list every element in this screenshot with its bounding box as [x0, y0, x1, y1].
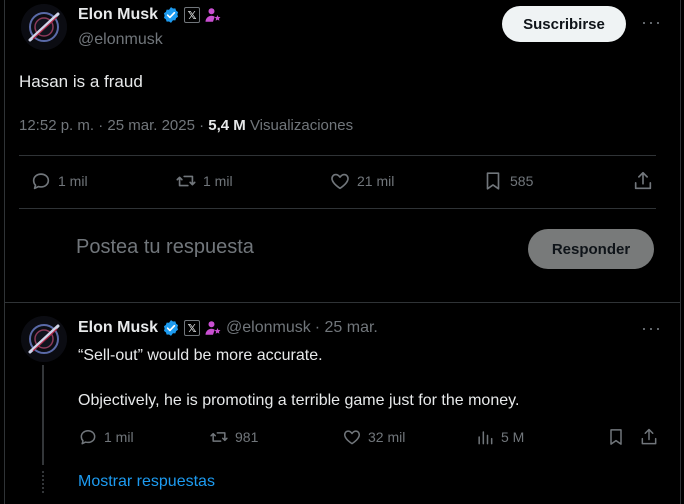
reply-icon [78, 427, 98, 447]
analytics-icon [475, 427, 495, 447]
tweet-meta: 12:52 p. m. · 25 mar. 2025 · 5,4 M Visua… [19, 117, 353, 134]
more-options-icon[interactable]: ··· [641, 12, 662, 33]
reply-views-count: 5 M [501, 429, 525, 445]
thread-dots [42, 471, 44, 493]
repost-icon [209, 427, 229, 447]
reply-input[interactable]: Postea tu respuesta [76, 236, 254, 259]
reply-like-count: 32 mil [368, 429, 406, 445]
divider [19, 155, 656, 156]
reply-more-options-icon[interactable]: ··· [641, 318, 662, 339]
reply-repost-action[interactable]: 981 [209, 427, 258, 447]
reply-like-action[interactable]: 32 mil [342, 427, 405, 447]
views-count: 5,4 M [208, 117, 246, 134]
thread-line [42, 365, 44, 465]
reply-views-action[interactable]: 5 M [475, 427, 524, 447]
share-action[interactable] [632, 170, 654, 192]
x-org-badge-icon[interactable]: 𝕏 [184, 7, 201, 23]
repost-count: 1 mil [203, 173, 233, 189]
reply-author-name[interactable]: Elon Musk [78, 319, 158, 337]
reply-reply-count: 1 mil [104, 429, 134, 445]
repost-icon [175, 170, 197, 192]
reply-date[interactable]: · 25 mar. [315, 319, 378, 337]
show-replies-link[interactable]: Mostrar respuestas [78, 473, 215, 491]
bookmark-icon [606, 427, 626, 447]
like-count: 21 mil [357, 173, 395, 189]
frame-border-right [680, 0, 681, 504]
tweet-text: Hasan is a fraud [19, 72, 143, 91]
share-icon [632, 170, 654, 192]
author-name-row: Elon Musk 𝕏 [78, 6, 222, 24]
reply-text-line-2: Objectively, he is promoting a terrible … [78, 392, 520, 409]
tweet-timestamp[interactable]: 12:52 p. m. · 25 mar. 2025 · [19, 117, 208, 134]
author-handle[interactable]: @elonmusk [78, 31, 163, 49]
heart-icon [342, 427, 362, 447]
reply-avatar[interactable] [21, 316, 67, 362]
reply-action[interactable]: 1 mil [30, 170, 88, 192]
x-org-badge-icon[interactable]: 𝕏 [184, 320, 201, 336]
divider [19, 208, 656, 209]
reply-count: 1 mil [58, 173, 88, 189]
reply-icon [30, 170, 52, 192]
subscribe-button[interactable]: Suscribirse [502, 6, 626, 42]
verified-badge-icon[interactable] [162, 319, 180, 337]
reply-author-row: Elon Musk 𝕏 @elonmusk · 25 mar. [78, 319, 378, 337]
bookmark-count: 585 [510, 173, 534, 189]
verified-badge-icon[interactable] [162, 6, 180, 24]
heart-icon [329, 170, 351, 192]
bookmark-action[interactable]: 585 [482, 170, 533, 192]
reply-author-handle[interactable]: @elonmusk [226, 319, 311, 337]
share-icon [639, 427, 659, 447]
reply-share-action[interactable] [639, 427, 659, 447]
affiliate-badge-icon[interactable] [204, 6, 222, 24]
respond-button[interactable]: Responder [528, 229, 654, 269]
avatar[interactable] [21, 4, 67, 50]
author-name[interactable]: Elon Musk [78, 6, 158, 24]
bookmark-icon [482, 170, 504, 192]
affiliate-badge-icon[interactable] [204, 319, 222, 337]
reply-repost-count: 981 [235, 429, 259, 445]
repost-action[interactable]: 1 mil [175, 170, 233, 192]
like-action[interactable]: 21 mil [329, 170, 394, 192]
reply-text-line-1: “Sell-out” would be more accurate. [78, 347, 323, 364]
reply-reply-action[interactable]: 1 mil [78, 427, 134, 447]
views-label: Visualizaciones [245, 117, 354, 134]
reply-bookmark-action[interactable] [606, 427, 626, 447]
